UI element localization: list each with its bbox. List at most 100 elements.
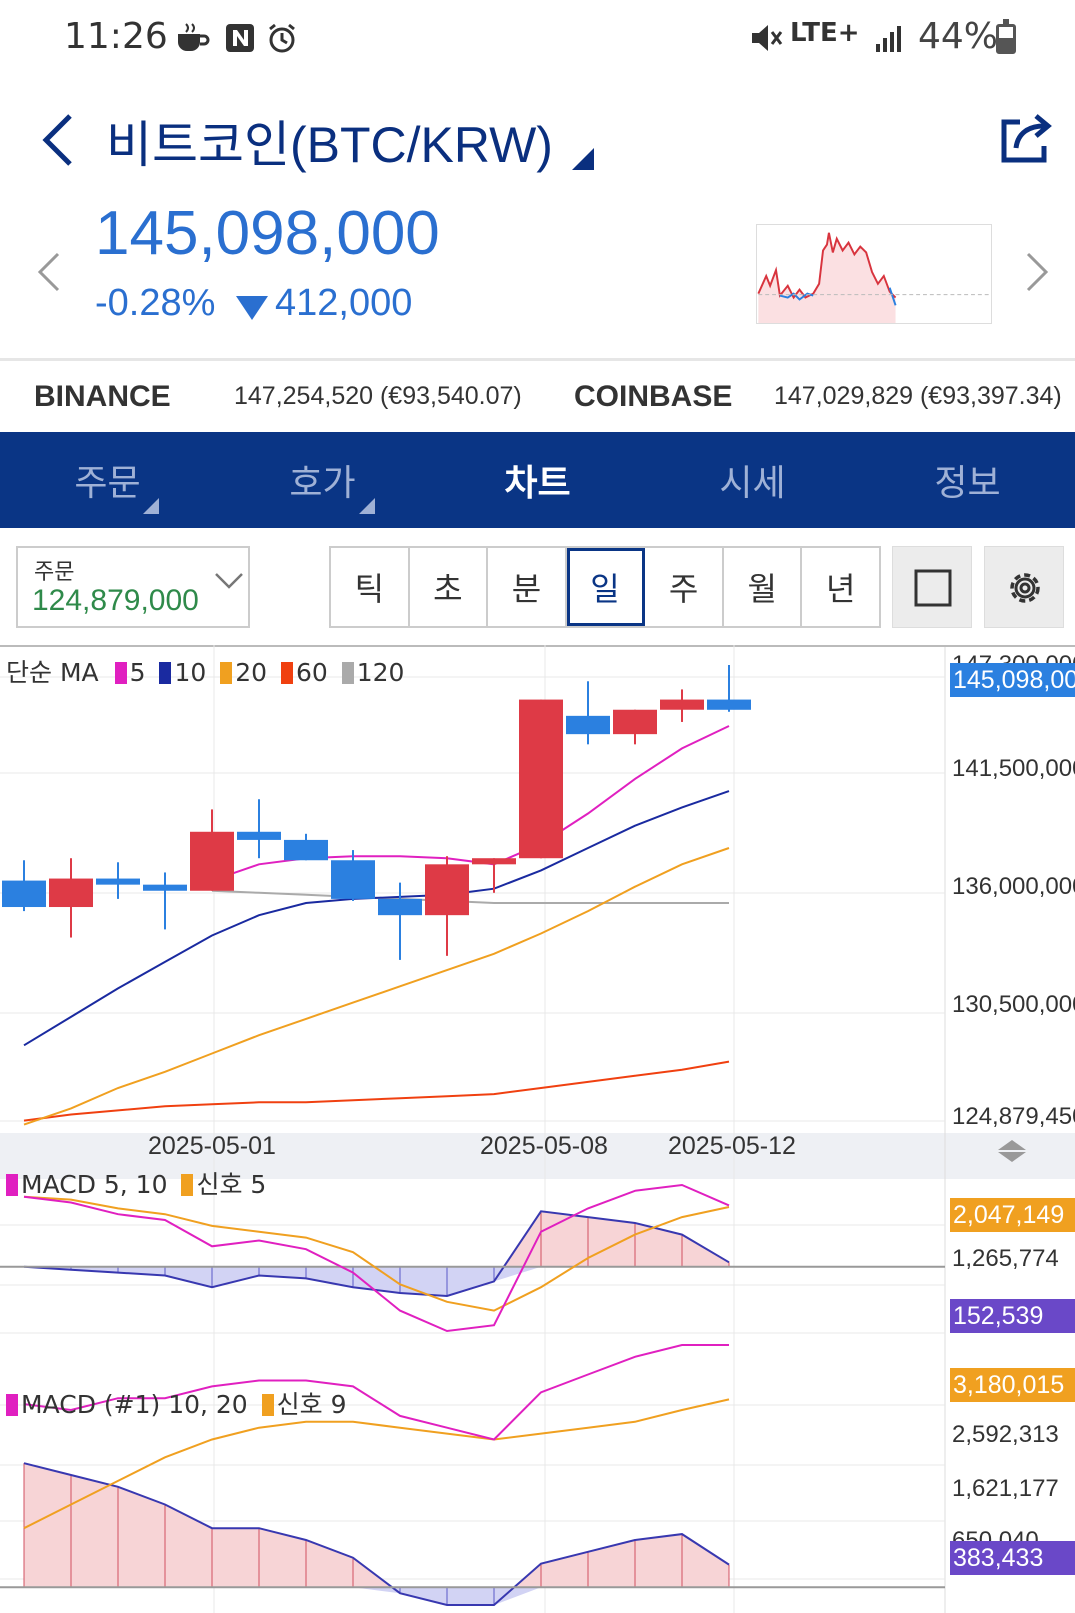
mini-price-chart[interactable] [756,224,992,324]
candle-body [2,880,46,908]
tab-label: 시세 [719,463,786,504]
candle-body [49,878,93,908]
mute-icon [752,25,783,51]
tab-order[interactable]: 주문 [0,432,215,528]
next-coin-icon[interactable] [1024,250,1050,294]
chevron-down-icon [215,573,243,589]
ma-legend: 단순 MA 5 10 20 60 120 [6,653,404,689]
candle-body [566,715,610,735]
candle-body [237,831,281,840]
period-second[interactable]: 초 [410,548,489,626]
macd2-title: MACD (#1) 10, 20 [21,1390,248,1419]
chart-settings-button[interactable] [984,546,1064,628]
macd2-tick: 1,621,177 [952,1475,1059,1502]
network-type: LTE+ [790,18,860,48]
ma-period: 120 [356,658,405,687]
period-minute[interactable]: 분 [488,548,567,626]
main-tabs: 주문 호가 차트 시세 정보 [0,432,1075,528]
ma-legend-title: 단순 MA [6,658,99,687]
macd1-signal-badge: 2,047,149 [950,1198,1075,1232]
tab-label: 호가 [289,463,356,504]
naver-icon [226,24,254,52]
exchange-name: BINANCE [34,379,171,413]
tab-quotes[interactable]: 시세 [645,432,860,528]
exchange-prices: BINANCE 147,254,520 (€93,540.07) COINBAS… [0,358,1075,432]
ma120-swatch [341,662,354,684]
macd2-signal-label: 신호 9 [276,1390,347,1419]
resize-handle-icon[interactable] [996,1138,1028,1164]
exchange-price: 147,254,520 (€93,540.07) [234,382,522,410]
order-value: 124,879,000 [32,584,199,617]
ma-period: 60 [295,658,328,687]
tab-label: 차트 [504,463,571,504]
price-tick: 141,500,000 [952,755,1075,782]
share-icon[interactable] [998,110,1056,166]
battery-percent: 44% [918,16,999,57]
tab-chart[interactable]: 차트 [430,432,645,528]
candle-body [190,831,234,891]
macd1-title: MACD 5, 10 [21,1170,168,1199]
candle-body [660,699,704,710]
candle-body [613,709,657,735]
x-axis-label: 2025-05-08 [480,1132,608,1160]
exchange-price: 147,029,829 (€93,397.34) [774,382,1062,410]
alarm-icon [269,23,295,53]
candle-body [331,860,375,899]
macd1-tick: 1,265,774 [952,1245,1059,1272]
tab-menu-icon [143,498,159,514]
tab-orderbook[interactable]: 호가 [215,432,430,528]
change-percent: -0.28% [95,282,216,324]
ma-period: 20 [235,658,268,687]
period-year[interactable]: 년 [802,548,879,626]
macd2-signal-badge: 3,180,015 [950,1368,1075,1402]
ma10-swatch [159,662,172,684]
candle-body [472,858,516,865]
signal-swatch [181,1174,194,1196]
coin-selector-icon[interactable] [572,148,594,170]
period-day[interactable]: 일 [566,548,646,626]
prev-coin-icon[interactable] [36,250,62,294]
ma20-swatch [220,662,233,684]
price-tick: 130,500,000 [952,991,1075,1018]
order-price-dropdown[interactable]: 주문 124,879,000 [16,546,250,628]
ma-period: 5 [129,658,146,687]
candle-body [707,699,751,710]
chart-area[interactable]: 단순 MA 5 10 20 60 120 147,300,000 145,098… [0,645,1075,1613]
macd2-tick: 2,592,313 [952,1421,1059,1448]
macd-swatch [6,1394,18,1416]
candlestick-chart[interactable] [0,645,1075,1613]
x-axis-label: 2025-05-01 [148,1132,276,1160]
candle-body [143,884,187,891]
macd2-hist-badge: 383,433 [950,1541,1075,1575]
order-label: 주문 [34,560,75,585]
signal-swatch [261,1394,274,1416]
macd1-legend: MACD 5, 10 신호 5 [6,1165,266,1201]
candle-body [378,898,422,916]
coin-title[interactable]: 비트코인(BTC/KRW) [106,105,553,177]
period-week[interactable]: 주 [645,548,724,626]
coffee-icon [178,23,210,51]
status-bar: 11:26 LTE+ 44% [0,0,1075,80]
tab-info[interactable]: 정보 [860,432,1075,528]
candle-body [96,878,140,885]
current-price: 145,098,000 [95,199,440,268]
tab-label: 주문 [74,463,141,504]
fullscreen-button[interactable] [892,546,972,628]
signal-icon [876,26,901,52]
period-tick[interactable]: 틱 [331,548,410,626]
candle-body [519,699,563,859]
price-tick: 124,879,450 [952,1103,1075,1130]
battery-icon [996,19,1016,54]
change-amount: 412,000 [275,282,413,324]
exchange-name: COINBASE [574,379,733,413]
price-tick: 136,000,000 [952,873,1075,900]
ma5-swatch [114,662,127,684]
period-month[interactable]: 월 [724,548,803,626]
ma-period: 10 [174,658,207,687]
gear-icon [1010,573,1040,603]
macd1-hist-badge: 152,539 [950,1299,1075,1333]
back-arrow-icon[interactable] [38,110,78,170]
tab-menu-icon [359,498,375,514]
status-time: 11:26 [64,16,168,57]
period-selector: 틱 초 분 일 주 월 년 [329,546,881,628]
